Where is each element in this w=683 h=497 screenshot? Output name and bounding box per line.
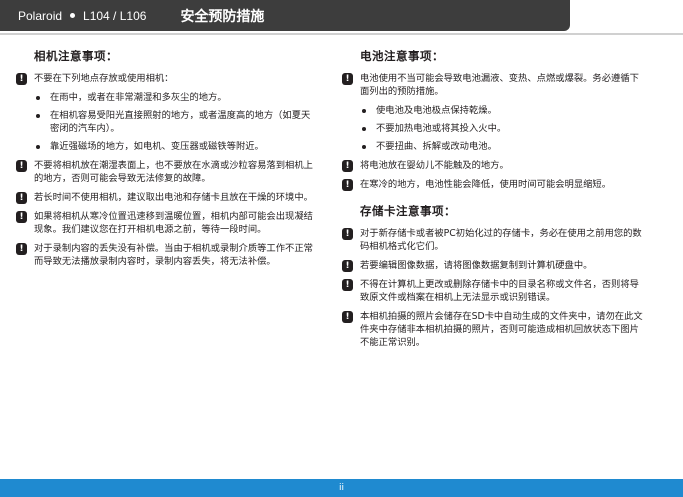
- exclamation-icon: !: [342, 160, 353, 172]
- warning-text: 不要将相机放在潮湿表面上，也不要放在水滴或沙粒容易落到相机上的地方，否则可能会导…: [34, 160, 313, 184]
- warning-text: 不要在下列地点存放或使用相机：: [34, 73, 174, 84]
- exclamation-icon: !: [342, 73, 353, 85]
- warning-text: 对于新存储卡或者被PC初始化过的存储卡，务必在使用之前用您的数码相机格式化它们。: [360, 228, 642, 252]
- header-bar: Polaroid L104 / L106 安全预防措施: [0, 0, 683, 35]
- list-item: 不要扭曲、拆解或改动电池。: [342, 140, 644, 153]
- warning-text: 若要编辑图像数据，请将图像数据复制到计算机硬盘中。: [360, 260, 593, 271]
- list-item: 使电池及电池极点保持乾燥。: [342, 104, 644, 117]
- model-number: L104 / L106: [83, 8, 147, 23]
- camera-section-title: 相机注意事项：: [34, 49, 118, 63]
- footer-bar: ii: [0, 479, 683, 497]
- camera-places-list: 在雨中，或者在非常潮湿和多灰尘的地方。 在相机容易受阳光直接照射的地方，或者温度…: [16, 91, 316, 153]
- warning-item: ! 如果将相机从寒冷位置迅速移到温暖位置，相机内部可能会出现凝结现象。我们建议您…: [16, 210, 316, 236]
- warning-text: 将电池放在婴幼儿不能触及的地方。: [360, 160, 509, 171]
- exclamation-icon: !: [342, 228, 353, 240]
- list-item: 不要加热电池或将其投入火中。: [342, 122, 644, 135]
- warning-item: ! 本相机拍摄的照片会储存在SD卡中自动生成的文件夹中，请勿在此文件夹中存储非本…: [342, 310, 644, 349]
- warning-text: 若长时间不使用相机，建议取出电池和存储卡且放在干燥的环境中。: [34, 192, 313, 203]
- exclamation-icon: !: [16, 160, 27, 172]
- exclamation-icon: !: [16, 73, 27, 85]
- warning-item: ! 在寒冷的地方，电池性能会降低，使用时间可能会明显缩短。: [342, 178, 644, 191]
- exclamation-icon: !: [16, 192, 27, 204]
- warning-item: ! 对于新存储卡或者被PC初始化过的存储卡，务必在使用之前用您的数码相机格式化它…: [342, 227, 644, 253]
- list-item: 在相机容易受阳光直接照射的地方，或者温度高的地方（如夏天密闭的汽车内）。: [16, 109, 316, 135]
- warning-item: ! 电池使用不当可能会导致电池漏液、变热、点燃或爆裂。务必遵循下面列出的预防措施…: [342, 72, 644, 98]
- warning-item: ! 对于录制内容的丢失没有补偿。当由于相机或录制介质等工作不正常而导致无法播放录…: [16, 242, 316, 268]
- exclamation-icon: !: [16, 243, 27, 255]
- exclamation-icon: !: [16, 211, 27, 223]
- exclamation-icon: !: [342, 279, 353, 291]
- separator-dot: [70, 12, 76, 18]
- battery-section-title: 电池注意事项：: [360, 49, 444, 63]
- warning-text: 本相机拍摄的照片会储存在SD卡中自动生成的文件夹中，请勿在此文件夹中存储非本相机…: [360, 311, 643, 348]
- product-name: Polaroid: [18, 8, 63, 23]
- warning-text: 如果将相机从寒冷位置迅速移到温暖位置，相机内部可能会出现凝结现象。我们建议您在打…: [34, 211, 313, 235]
- battery-list: 使电池及电池极点保持乾燥。 不要加热电池或将其投入火中。 不要扭曲、拆解或改动电…: [342, 104, 644, 153]
- warning-item: ! 若要编辑图像数据，请将图像数据复制到计算机硬盘中。: [342, 259, 644, 272]
- product-model: Polaroid L104 / L106: [18, 9, 146, 23]
- right-column: 电池注意事项： ! 电池使用不当可能会导致电池漏液、变热、点燃或爆裂。务必遵循下…: [342, 50, 644, 355]
- list-item: 在雨中，或者在非常潮湿和多灰尘的地方。: [16, 91, 316, 104]
- warning-item: ! 若长时间不使用相机，建议取出电池和存储卡且放在干燥的环境中。: [16, 191, 316, 204]
- warning-item: ! 将电池放在婴幼儿不能触及的地方。: [342, 159, 644, 172]
- exclamation-icon: !: [342, 179, 353, 191]
- header-divider: [0, 33, 683, 35]
- left-column: 相机注意事项： ! 不要在下列地点存放或使用相机： 在雨中，或者在非常潮湿和多灰…: [16, 50, 316, 274]
- warning-text: 对于录制内容的丢失没有补偿。当由于相机或录制介质等工作不正常而导致无法播放录制内…: [34, 243, 313, 267]
- warning-item: ! 不要在下列地点存放或使用相机：: [16, 72, 316, 85]
- warning-text: 电池使用不当可能会导致电池漏液、变热、点燃或爆裂。务必遵循下面列出的预防措施。: [360, 73, 639, 97]
- page-number: ii: [338, 483, 344, 493]
- warning-item: ! 不得在计算机上更改或删除存储卡中的目录名称或文件名，否则将导致原文件或档案在…: [342, 278, 644, 304]
- page-title: 安全预防措施: [180, 8, 265, 25]
- warning-text: 不得在计算机上更改或删除存储卡中的目录名称或文件名，否则将导致原文件或档案在相机…: [360, 279, 639, 303]
- exclamation-icon: !: [342, 260, 353, 272]
- warning-text: 在寒冷的地方，电池性能会降低，使用时间可能会明显缩短。: [360, 179, 612, 190]
- card-section-title: 存储卡注意事项：: [360, 204, 456, 218]
- header-dark-tab: Polaroid L104 / L106 安全预防措施: [0, 0, 570, 31]
- warning-item: ! 不要将相机放在潮湿表面上，也不要放在水滴或沙粒容易落到相机上的地方，否则可能…: [16, 159, 316, 185]
- list-item: 靠近强磁场的地方，如电机、变压器或磁铁等附近。: [16, 140, 316, 153]
- exclamation-icon: !: [342, 311, 353, 323]
